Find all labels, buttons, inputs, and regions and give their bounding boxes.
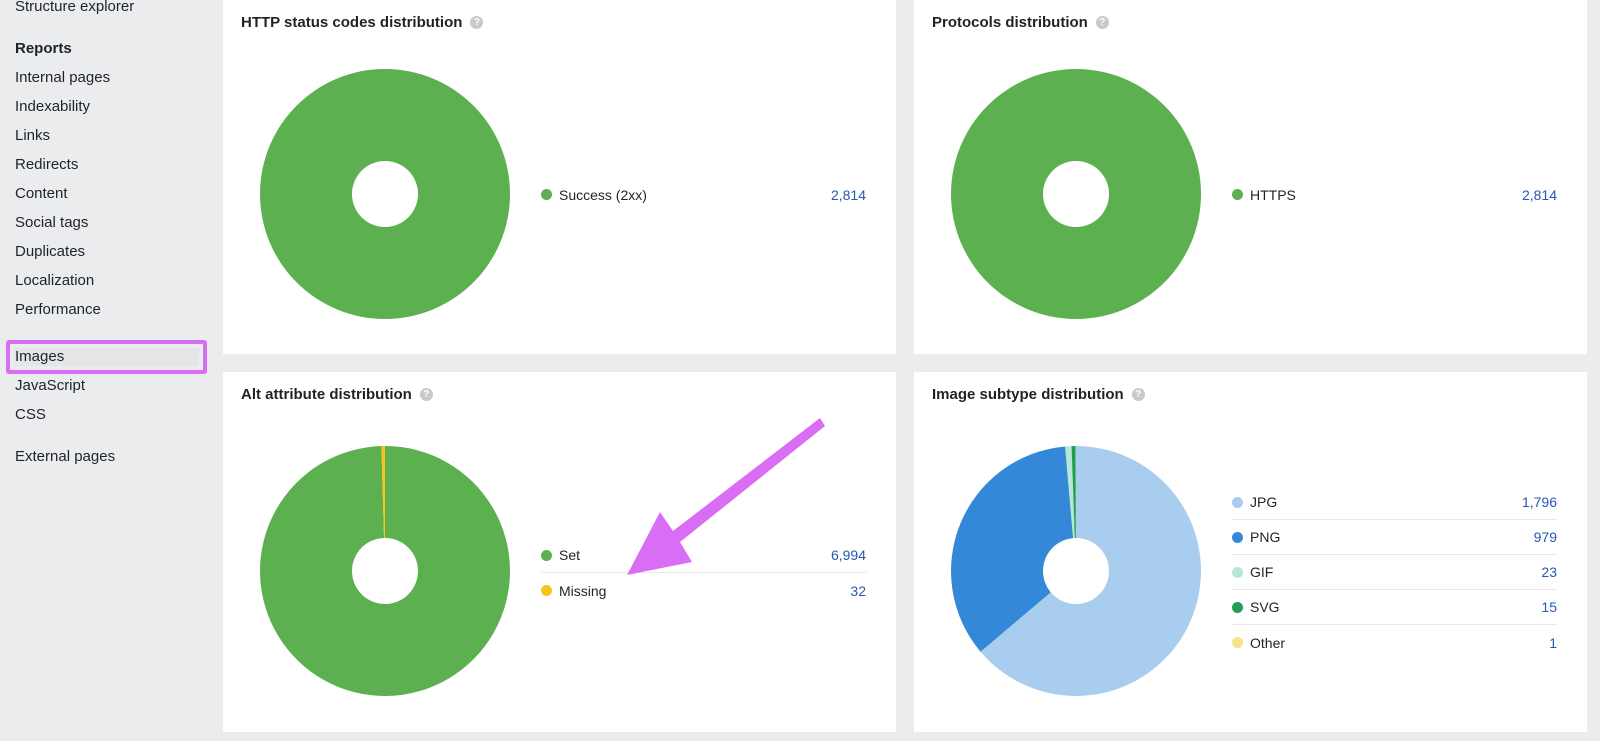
protocols-title-text: Protocols distribution: [932, 14, 1088, 31]
sidebar-heading-reports: Reports: [15, 40, 72, 57]
protocols-legend: HTTPS 2,814: [1232, 177, 1557, 212]
legend-dot: [1232, 566, 1243, 578]
legend-label: HTTPS: [1250, 186, 1296, 203]
protocols-panel: Protocols distribution ? HTTPS 2,814: [914, 0, 1587, 354]
legend-label: PNG: [1250, 529, 1281, 545]
sidebar-item-localization[interactable]: Localization: [15, 271, 94, 291]
donut-hole: [1043, 161, 1109, 227]
donut-hole: [352, 538, 418, 604]
alt-attribute-title-text: Alt attribute distribution: [241, 386, 412, 403]
legend-row[interactable]: Other 1: [1232, 625, 1557, 660]
legend-value[interactable]: 2,814: [1522, 187, 1557, 203]
image-subtype-title: Image subtype distribution ?: [932, 386, 1145, 403]
legend-value[interactable]: 1,796: [1522, 494, 1557, 510]
legend-label: Success (2xx): [559, 186, 647, 203]
image-subtype-panel: Image subtype distribution ? JPG 1,796 PNG…: [914, 372, 1587, 732]
alt-attribute-legend: Set 6,994 Missing 32: [541, 538, 866, 608]
http-status-panel: HTTP status codes distribution ? Success…: [223, 0, 896, 354]
image-subtype-title-text: Image subtype distribution: [932, 386, 1124, 403]
sidebar-item-javascript[interactable]: JavaScript: [15, 376, 85, 396]
alt-attribute-title: Alt attribute distribution ?: [241, 386, 433, 403]
http-status-legend: Success (2xx) 2,814: [541, 177, 866, 212]
legend-dot: [1232, 601, 1243, 613]
sidebar-item-content[interactable]: Content: [15, 184, 68, 204]
http-status-title: HTTP status codes distribution ?: [241, 14, 484, 31]
legend-row[interactable]: GIF 23: [1232, 555, 1557, 590]
sidebar-item-duplicates[interactable]: Duplicates: [15, 242, 85, 262]
legend-row[interactable]: Missing 32: [541, 573, 866, 608]
legend-value[interactable]: 32: [850, 583, 866, 599]
legend-label: SVG: [1250, 599, 1280, 615]
protocols-donut-chart: [951, 69, 1201, 319]
legend-dot: [1232, 496, 1243, 508]
sidebar-item-css[interactable]: CSS: [15, 405, 46, 425]
alt-attribute-panel: Alt attribute distribution ? Set 6,994 Mis…: [223, 372, 896, 732]
legend-dot: [541, 549, 552, 561]
sidebar-item-performance[interactable]: Performance: [15, 300, 101, 320]
legend-value[interactable]: 23: [1541, 564, 1557, 580]
legend-value[interactable]: 2,814: [831, 187, 866, 203]
legend-row[interactable]: Success (2xx) 2,814: [541, 177, 866, 212]
sidebar-item-indexability[interactable]: Indexability: [15, 97, 90, 117]
legend-dot: [1232, 531, 1243, 543]
legend-label: Missing: [559, 582, 607, 599]
alt-attribute-donut-chart: [260, 446, 510, 696]
legend-label: JPG: [1250, 494, 1278, 510]
sidebar-item-images[interactable]: Images: [15, 347, 64, 367]
http-status-title-text: HTTP status codes distribution: [241, 14, 463, 31]
image-subtype-donut-chart: [951, 446, 1201, 696]
sidebar-item-internal-pages[interactable]: Internal pages: [15, 68, 110, 88]
help-icon[interactable]: ?: [1095, 16, 1109, 29]
legend-label: GIF: [1250, 564, 1274, 580]
legend-value[interactable]: 15: [1541, 599, 1557, 615]
legend-value[interactable]: 1: [1549, 635, 1557, 651]
sidebar-item-links[interactable]: Links: [15, 126, 50, 146]
sidebar-item-structure-explorer[interactable]: Structure explorer: [15, 0, 134, 17]
sidebar-item-external-pages[interactable]: External pages: [15, 447, 115, 467]
legend-dot: [1232, 637, 1243, 648]
legend-label: Set: [559, 547, 581, 563]
help-icon[interactable]: ?: [1131, 388, 1145, 401]
legend-row[interactable]: PNG 979: [1232, 520, 1557, 555]
protocols-title: Protocols distribution ?: [932, 14, 1109, 31]
legend-dot: [1232, 189, 1243, 200]
legend-row[interactable]: JPG 1,796: [1232, 485, 1557, 520]
legend-value[interactable]: 6,994: [831, 547, 866, 563]
http-status-donut-chart: [260, 69, 510, 319]
image-subtype-legend: JPG 1,796 PNG 979 GIF 23 SVG 15 Other 1: [1232, 485, 1557, 660]
legend-label: Other: [1250, 634, 1286, 651]
legend-dot: [541, 189, 552, 200]
sidebar: Structure explorer Reports Internal page…: [0, 0, 215, 741]
help-icon[interactable]: ?: [419, 388, 433, 401]
legend-row[interactable]: HTTPS 2,814: [1232, 177, 1557, 212]
legend-row[interactable]: SVG 15: [1232, 590, 1557, 625]
help-icon[interactable]: ?: [470, 16, 484, 29]
donut-hole: [1043, 538, 1109, 604]
legend-value[interactable]: 979: [1534, 529, 1557, 545]
legend-row[interactable]: Set 6,994: [541, 538, 866, 573]
legend-dot: [541, 585, 552, 596]
donut-hole: [352, 161, 418, 227]
sidebar-item-redirects[interactable]: Redirects: [15, 155, 78, 175]
sidebar-item-social-tags[interactable]: Social tags: [15, 213, 88, 233]
